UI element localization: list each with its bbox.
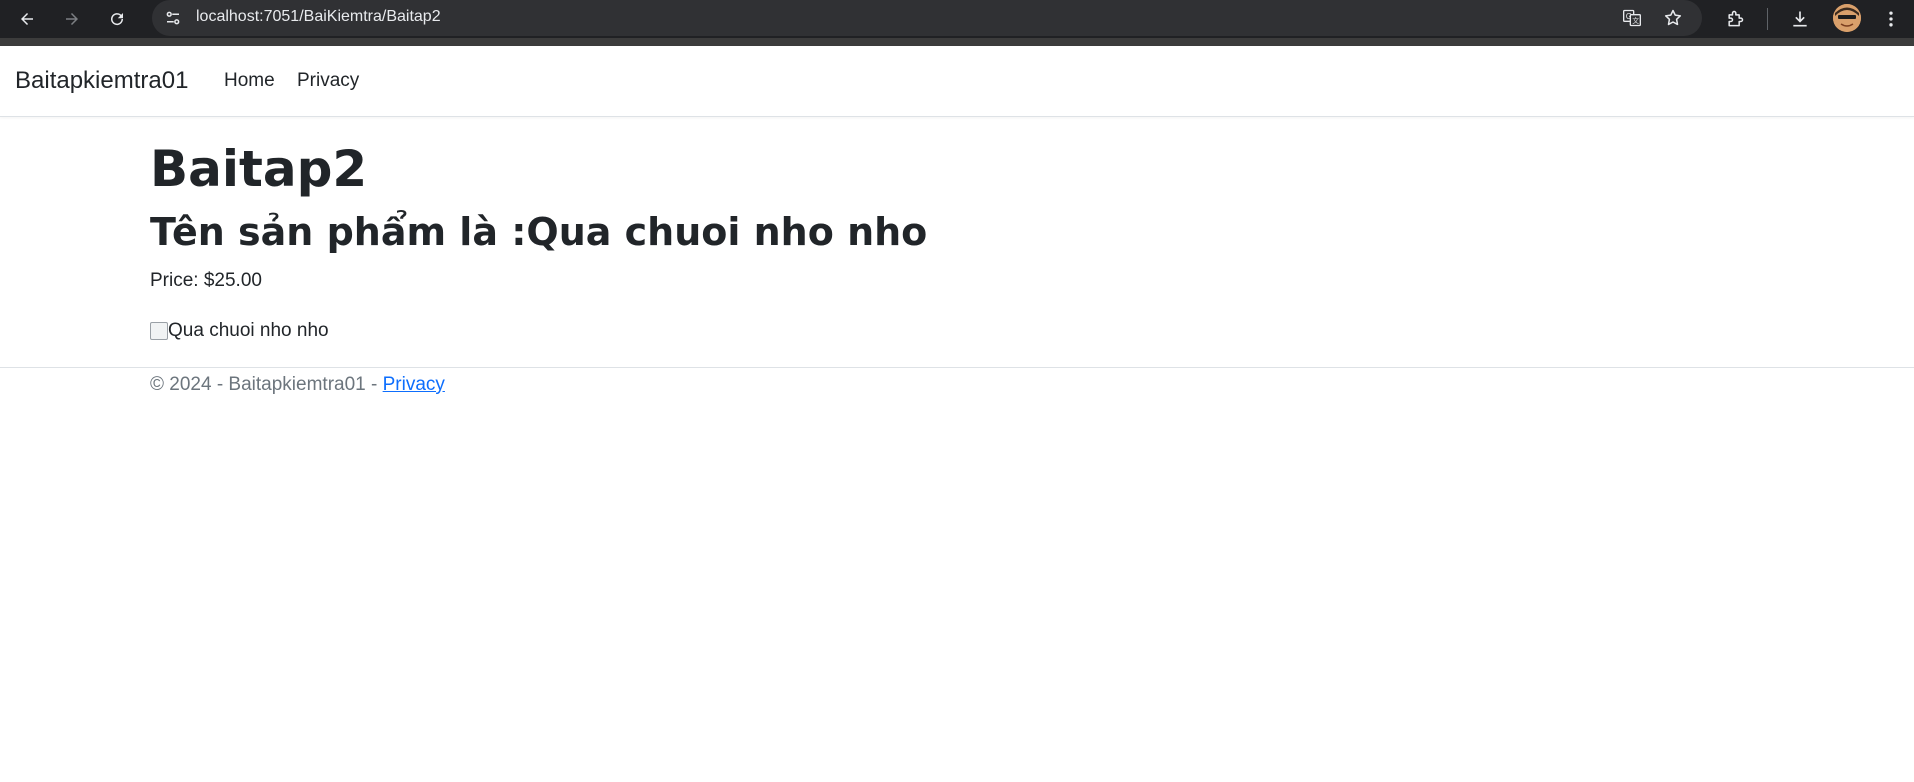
site-info-button[interactable] <box>160 5 186 31</box>
broken-image-icon <box>150 322 168 340</box>
browser-menu-button[interactable] <box>1876 4 1906 34</box>
product-image-broken: Qua chuoi nho nho <box>150 320 329 342</box>
url-path: :7051/BaiKiemtra/Baitap2 <box>259 8 441 25</box>
browser-toolbar-edge <box>0 38 1914 46</box>
translate-icon: G 文 <box>1623 9 1641 27</box>
page-title: Baitap2 <box>150 140 368 198</box>
bookmark-star-icon <box>1664 9 1682 26</box>
svg-text:文: 文 <box>1632 16 1639 25</box>
footer-divider <box>0 367 1914 368</box>
menu-kebab-icon <box>1889 11 1893 27</box>
extensions-button[interactable] <box>1720 4 1750 34</box>
navbar-brand[interactable]: Baitapkiemtra01 <box>15 67 188 95</box>
product-image-alt-text: Qua chuoi nho nho <box>168 320 329 341</box>
reload-button[interactable] <box>102 4 132 34</box>
address-bar[interactable]: localhost:7051/BaiKiemtra/Baitap2 G 文 <box>152 0 1702 36</box>
site-navbar: Baitapkiemtra01 Home Privacy <box>0 46 1914 117</box>
footer-copyright: © 2024 - Baitapkiemtra01 - <box>150 374 383 395</box>
profile-avatar[interactable] <box>1833 4 1861 32</box>
url-text[interactable]: localhost:7051/BaiKiemtra/Baitap2 <box>196 8 441 26</box>
footer: © 2024 - Baitapkiemtra01 - Privacy <box>150 374 445 396</box>
avatar-face-icon <box>1833 4 1861 32</box>
reload-icon <box>111 13 124 26</box>
download-icon <box>1793 11 1807 27</box>
translate-button[interactable]: G 文 <box>1619 5 1645 31</box>
back-button[interactable] <box>12 4 42 34</box>
toolbar-divider <box>1767 8 1768 30</box>
product-heading: Tên sản phẩm là :Qua chuoi nho nho <box>150 210 928 254</box>
footer-privacy-link[interactable]: Privacy <box>383 374 445 395</box>
forward-button[interactable] <box>57 4 87 34</box>
url-host: localhost <box>196 8 260 25</box>
bookmark-button[interactable] <box>1660 5 1686 31</box>
nav-link-privacy[interactable]: Privacy <box>297 70 359 92</box>
extensions-icon <box>1728 10 1744 27</box>
back-icon <box>21 13 33 25</box>
nav-link-home[interactable]: Home <box>224 70 275 92</box>
downloads-button[interactable] <box>1785 4 1815 34</box>
product-price: Price: $25.00 <box>150 270 262 291</box>
site-info-icon <box>166 11 180 25</box>
browser-chrome: localhost:7051/BaiKiemtra/Baitap2 G 文 <box>0 0 1914 46</box>
forward-icon <box>66 13 78 25</box>
